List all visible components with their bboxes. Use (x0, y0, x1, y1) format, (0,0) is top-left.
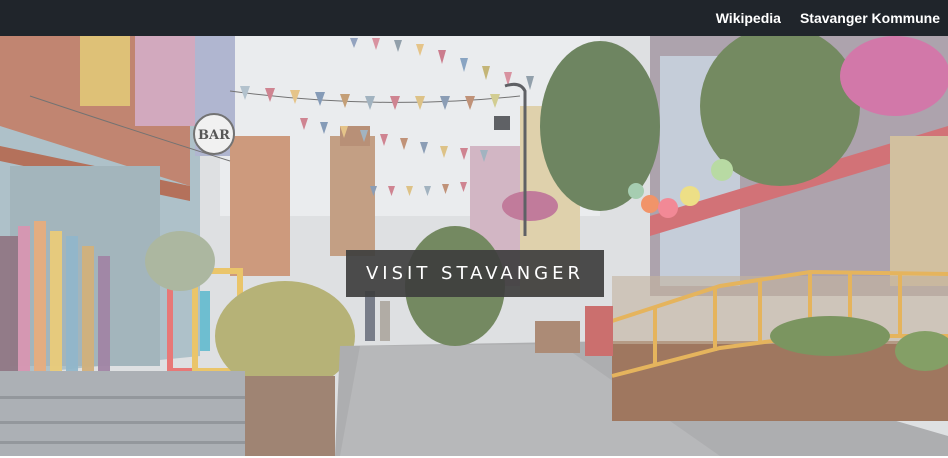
hero-banner: BAR VISIT STAVANGER (0, 36, 948, 456)
nav-link-wikipedia[interactable]: Wikipedia (716, 10, 781, 26)
hero-street-image: BAR (0, 36, 948, 456)
nav-link-stavanger-kommune[interactable]: Stavanger Kommune (800, 10, 940, 26)
visit-stavanger-title[interactable]: VISIT STAVANGER (346, 250, 604, 297)
top-navbar: Wikipedia Stavanger Kommune (0, 0, 948, 36)
